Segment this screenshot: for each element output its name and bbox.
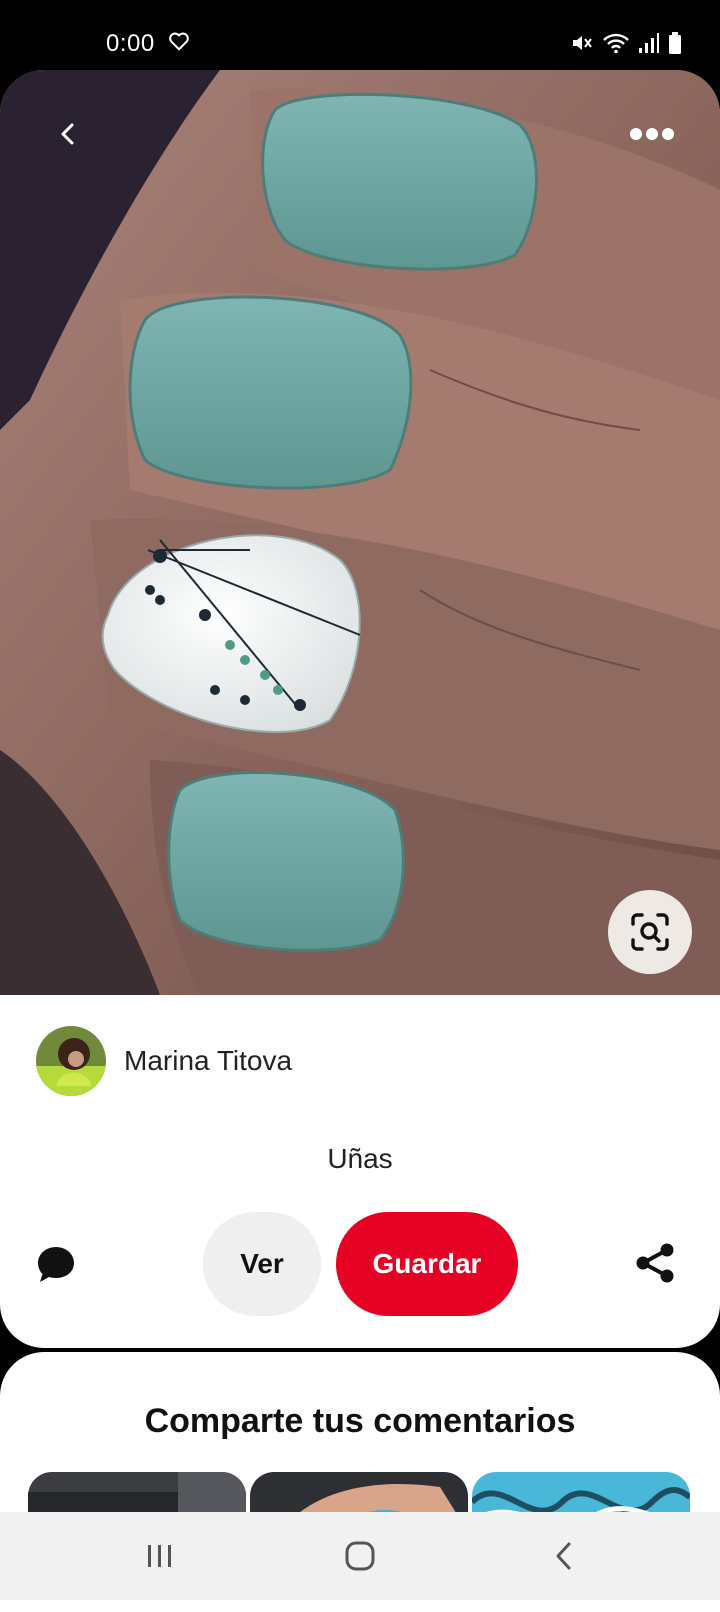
home-icon <box>345 1541 375 1571</box>
battery-icon <box>668 31 682 55</box>
navigation-bar <box>0 1512 720 1600</box>
comments-title: Comparte tus comentarios <box>144 1402 576 1440</box>
home-button[interactable] <box>330 1530 390 1582</box>
actions-row: Ver Guardar <box>0 1210 720 1316</box>
more-icon <box>630 128 674 140</box>
share-button[interactable] <box>630 1238 680 1288</box>
mute-icon <box>570 31 594 55</box>
nav-back-icon <box>556 1542 571 1570</box>
comment-icon <box>38 1247 74 1282</box>
avatar[interactable] <box>36 1026 106 1096</box>
comment-button[interactable] <box>32 1240 80 1288</box>
author-name[interactable]: Marina Titova <box>124 1045 292 1077</box>
status-icons <box>570 30 682 56</box>
nav-back-button[interactable] <box>534 1530 594 1582</box>
wifi-icon <box>602 31 630 55</box>
pin-title: Uñas <box>327 1143 393 1174</box>
more-options-button[interactable] <box>624 114 680 154</box>
save-button[interactable]: Guardar <box>336 1212 518 1316</box>
back-icon <box>61 123 74 145</box>
recent-apps-button[interactable] <box>130 1530 190 1582</box>
share-icon <box>636 1243 674 1283</box>
status-time: 0:00 <box>106 30 155 57</box>
signal-icon <box>638 31 660 55</box>
recent-apps-icon <box>148 1545 171 1567</box>
author-row[interactable]: Marina Titova <box>36 1025 292 1097</box>
heart-icon <box>168 30 190 52</box>
pin-image[interactable] <box>0 70 720 995</box>
view-button[interactable]: Ver <box>203 1212 321 1316</box>
visual-search-icon <box>631 913 669 951</box>
back-button[interactable] <box>44 110 92 158</box>
pin-card: Marina Titova Uñas Ver Guardar <box>0 70 720 1348</box>
visual-search-button[interactable] <box>608 890 692 974</box>
